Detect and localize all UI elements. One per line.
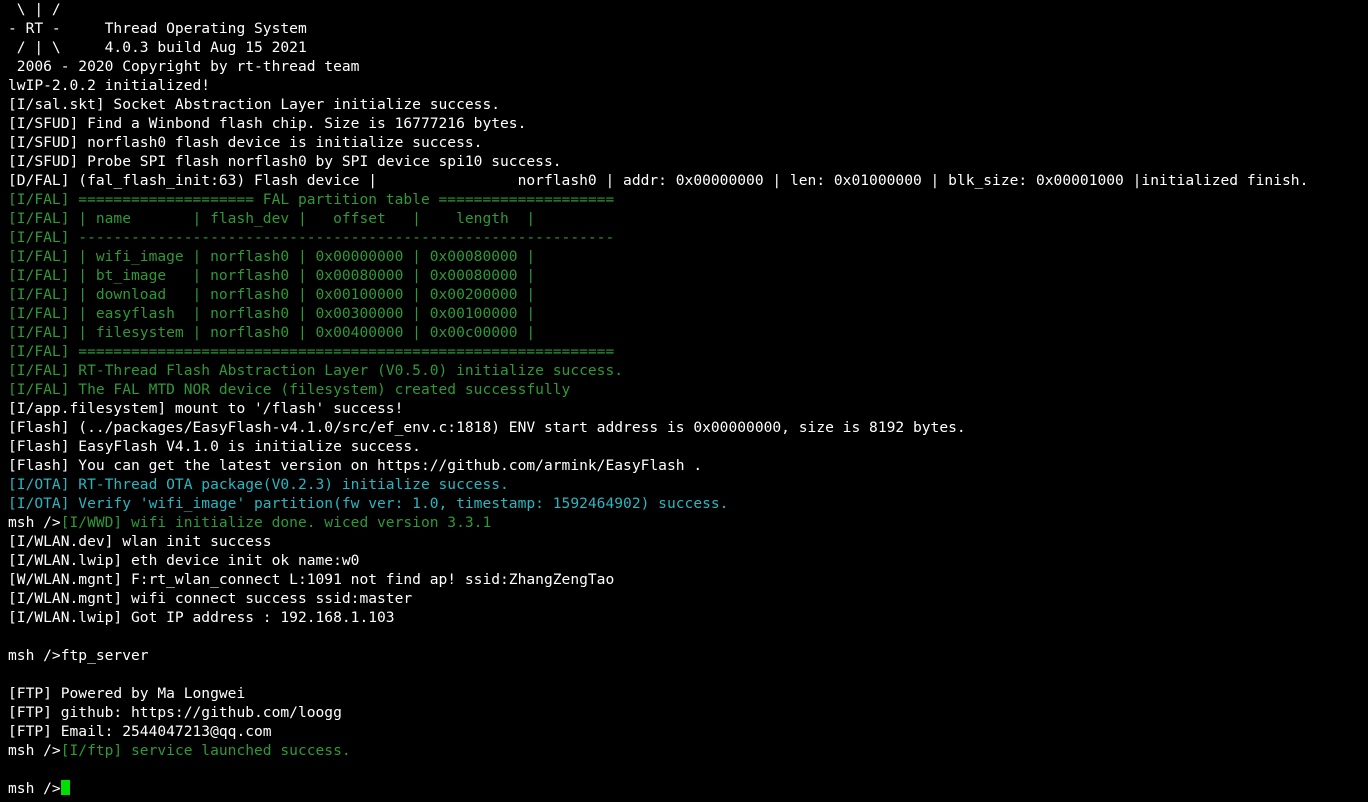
terminal-line: lwIP-2.0.2 initialized! — [8, 76, 1368, 95]
log-text: [I/FAL] ==================== FAL partiti… — [8, 191, 615, 208]
terminal-line: [D/FAL] (fal_flash_init:63) Flash device… — [8, 171, 1368, 190]
terminal-line: [I/app.filesystem] mount to '/flash' suc… — [8, 399, 1368, 418]
terminal-line: [I/FAL] | filesystem | norflash0 | 0x004… — [8, 323, 1368, 342]
terminal-line: [I/FAL] --------------------------------… — [8, 228, 1368, 247]
terminal-line: [I/FAL] ==================== FAL partiti… — [8, 190, 1368, 209]
log-text: [I/ftp] service launched success. — [60, 742, 351, 759]
terminal-line: [W/WLAN.mgnt] F:rt_wlan_connect L:1091 n… — [8, 570, 1368, 589]
terminal-line: [I/FAL] The FAL MTD NOR device (filesyst… — [8, 380, 1368, 399]
log-text: [I/OTA] Verify 'wifi_image' partition(fw… — [8, 495, 729, 512]
terminal-line: [I/sal.skt] Socket Abstraction Layer ini… — [8, 95, 1368, 114]
log-text: [I/FAL] | bt_image | norflash0 | 0x00080… — [8, 267, 536, 284]
terminal-line: 2006 - 2020 Copyright by rt-thread team — [8, 57, 1368, 76]
terminal-line: [I/SFUD] Probe SPI flash norflash0 by SP… — [8, 152, 1368, 171]
terminal-line: [FTP] Email: 2544047213@qq.com — [8, 722, 1368, 741]
log-text: [I/WLAN.lwip] Got IP address : 192.168.1… — [8, 609, 395, 626]
terminal-line: [I/FAL] | name | flash_dev | offset | le… — [8, 209, 1368, 228]
terminal-line: - RT - Thread Operating System — [8, 19, 1368, 38]
log-text: / | \ 4.0.3 build Aug 15 2021 — [8, 39, 307, 56]
terminal-line: [FTP] Powered by Ma Longwei — [8, 684, 1368, 703]
log-text: [Flash] (../packages/EasyFlash-v4.1.0/sr… — [8, 419, 966, 436]
terminal-line: \ | / — [8, 0, 1368, 19]
log-text: [I/FAL] | easyflash | norflash0 | 0x0030… — [8, 305, 536, 322]
log-text: - RT - Thread Operating System — [8, 20, 307, 37]
prompt-line[interactable]: msh /> — [8, 779, 1368, 798]
log-text: [I/WLAN.mgnt] wifi connect success ssid:… — [8, 590, 413, 607]
log-text: [I/FAL] ================================… — [8, 343, 615, 360]
terminal-line: [Flash] EasyFlash V4.1.0 is initialize s… — [8, 437, 1368, 456]
log-text: 2006 - 2020 Copyright by rt-thread team — [8, 58, 360, 75]
terminal-line: / | \ 4.0.3 build Aug 15 2021 — [8, 38, 1368, 57]
terminal-line: [I/WLAN.mgnt] wifi connect success ssid:… — [8, 589, 1368, 608]
terminal-line: [I/OTA] RT-Thread OTA package(V0.2.3) in… — [8, 475, 1368, 494]
shell-prompt: msh /> — [8, 780, 61, 797]
log-text: lwIP-2.0.2 initialized! — [8, 77, 211, 94]
log-text: [I/WWD] wifi initialize done. wiced vers… — [60, 514, 492, 531]
shell-prompt: msh />ftp_server — [8, 647, 149, 664]
terminal-line: [I/SFUD] Find a Winbond flash chip. Size… — [8, 114, 1368, 133]
terminal-line: [I/WLAN.lwip] eth device init ok name:w0 — [8, 551, 1368, 570]
log-text: [I/sal.skt] Socket Abstraction Layer ini… — [8, 96, 501, 113]
log-text: [FTP] Powered by Ma Longwei — [8, 685, 246, 702]
log-text: [I/OTA] RT-Thread OTA package(V0.2.3) in… — [8, 476, 509, 493]
terminal-line: [Flash] You can get the latest version o… — [8, 456, 1368, 475]
log-text: \ | / — [8, 1, 61, 18]
log-text: [I/FAL] | filesystem | norflash0 | 0x004… — [8, 324, 536, 341]
log-text: [FTP] github: https://github.com/loogg — [8, 704, 342, 721]
log-text: [I/FAL] RT-Thread Flash Abstraction Laye… — [8, 362, 624, 379]
log-text: [I/SFUD] Probe SPI flash norflash0 by SP… — [8, 153, 562, 170]
terminal-line: msh />[I/WWD] wifi initialize done. wice… — [8, 513, 1368, 532]
terminal-line: msh />[I/ftp] service launched success. — [8, 741, 1368, 760]
text-cursor — [60, 780, 70, 795]
terminal-line: [I/OTA] Verify 'wifi_image' partition(fw… — [8, 494, 1368, 513]
terminal-line: [I/WLAN.lwip] Got IP address : 192.168.1… — [8, 608, 1368, 627]
terminal-line: [I/FAL] | download | norflash0 | 0x00100… — [8, 285, 1368, 304]
terminal-line: [Flash] (../packages/EasyFlash-v4.1.0/sr… — [8, 418, 1368, 437]
log-text: [D/FAL] (fal_flash_init:63) Flash device… — [8, 172, 1309, 189]
terminal-line: [I/FAL] | easyflash | norflash0 | 0x0030… — [8, 304, 1368, 323]
log-text: [I/FAL] --------------------------------… — [8, 229, 615, 246]
log-text: [I/app.filesystem] mount to '/flash' suc… — [8, 400, 404, 417]
terminal-line: [I/FAL] | bt_image | norflash0 | 0x00080… — [8, 266, 1368, 285]
terminal-line: msh />ftp_server — [8, 646, 1368, 665]
shell-prompt: msh /> — [8, 742, 61, 759]
terminal-line: [I/WLAN.dev] wlan init success — [8, 532, 1368, 551]
shell-prompt: msh /> — [8, 514, 61, 531]
log-text: [I/FAL] | name | flash_dev | offset | le… — [8, 210, 536, 227]
terminal-window[interactable]: \ | / - RT - Thread Operating System / | … — [0, 0, 1368, 802]
terminal-line: [I/FAL] | wifi_image | norflash0 | 0x000… — [8, 247, 1368, 266]
terminal-line: [I/SFUD] norflash0 flash device is initi… — [8, 133, 1368, 152]
terminal-line: [FTP] github: https://github.com/loogg — [8, 703, 1368, 722]
log-text: [I/WLAN.lwip] eth device init ok name:w0 — [8, 552, 360, 569]
log-text: [Flash] EasyFlash V4.1.0 is initialize s… — [8, 438, 421, 455]
log-text: [I/FAL] | wifi_image | norflash0 | 0x000… — [8, 248, 536, 265]
log-text: [I/SFUD] norflash0 flash device is initi… — [8, 134, 483, 151]
log-text: [I/WLAN.dev] wlan init success — [8, 533, 272, 550]
log-text: [I/FAL] | download | norflash0 | 0x00100… — [8, 286, 536, 303]
log-text: [W/WLAN.mgnt] F:rt_wlan_connect L:1091 n… — [8, 571, 615, 588]
log-text: [Flash] You can get the latest version o… — [8, 457, 703, 474]
log-text: [I/SFUD] Find a Winbond flash chip. Size… — [8, 115, 527, 132]
log-text: [I/FAL] The FAL MTD NOR device (filesyst… — [8, 381, 571, 398]
log-text: [FTP] Email: 2544047213@qq.com — [8, 723, 272, 740]
terminal-line: [I/FAL] ================================… — [8, 342, 1368, 361]
terminal-line: [I/FAL] RT-Thread Flash Abstraction Laye… — [8, 361, 1368, 380]
